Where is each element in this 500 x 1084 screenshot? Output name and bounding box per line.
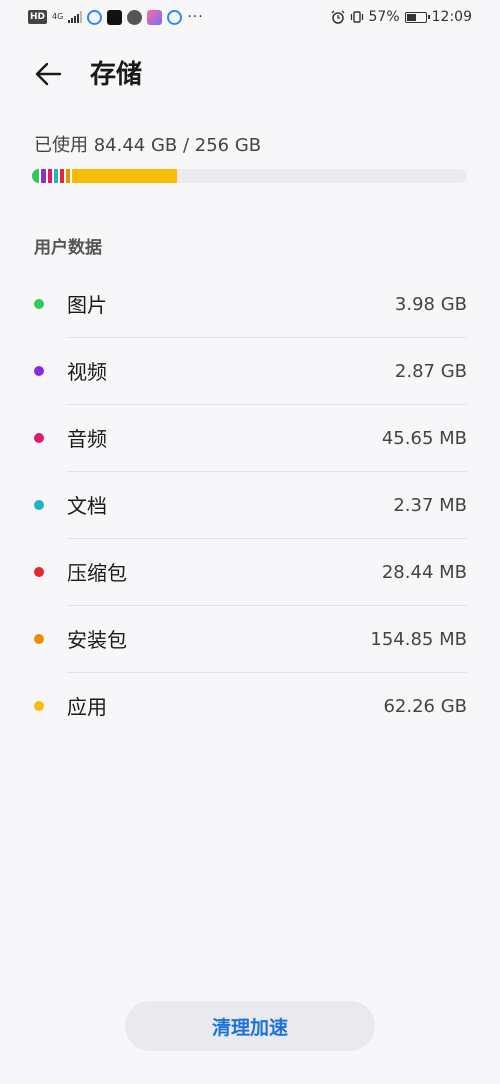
browser-app-icon-2 <box>167 9 183 25</box>
storage-used-text: 已使用 84.44 GB / 256 GB <box>34 135 262 156</box>
page-title: 存储 <box>90 60 143 90</box>
signal-icon <box>68 11 83 23</box>
category-size: 3.98 GB <box>394 294 467 315</box>
category-size: 28.44 MB <box>381 562 467 583</box>
hd-badge: HD <box>28 10 48 24</box>
category-row[interactable]: 安装包 154.85 MB <box>0 606 500 673</box>
status-bar: HD 4G ··· 57% 12:09 <box>0 0 500 34</box>
clock: 12:09 <box>431 9 472 25</box>
category-color-dot <box>34 701 44 711</box>
category-row[interactable]: 图片 3.98 GB <box>0 271 500 338</box>
camera-app-icon <box>147 9 163 25</box>
tiktok-app-icon <box>107 9 123 25</box>
category-row[interactable]: 音频 45.65 MB <box>0 405 500 472</box>
category-color-dot <box>34 567 44 577</box>
category-name: 视频 <box>67 360 107 384</box>
back-button[interactable] <box>30 58 66 90</box>
category-size: 154.85 MB <box>370 629 467 650</box>
category-row[interactable]: 应用 62.26 GB <box>0 673 500 740</box>
category-name: 压缩包 <box>67 561 127 585</box>
vibrate-icon <box>350 11 363 23</box>
category-color-dot <box>34 366 44 376</box>
category-color-dot <box>34 500 44 510</box>
alarm-icon <box>331 10 344 24</box>
more-notifications-icon: ··· <box>187 9 204 25</box>
clean-accelerate-button[interactable]: 清理加速 <box>125 1001 375 1051</box>
app-header: 存储 <box>0 50 500 100</box>
category-name: 安装包 <box>67 628 127 652</box>
category-name: 图片 <box>67 293 107 317</box>
category-color-dot <box>34 299 44 309</box>
category-color-dot <box>34 433 44 443</box>
category-color-dot <box>34 634 44 644</box>
status-right: 57% 12:09 <box>331 9 472 25</box>
category-size: 2.87 GB <box>394 361 467 382</box>
shield-app-icon <box>127 9 143 25</box>
category-size: 62.26 GB <box>383 696 467 717</box>
section-title: 用户数据 <box>34 238 102 258</box>
category-size: 2.37 MB <box>393 495 467 516</box>
category-name: 应用 <box>67 695 107 719</box>
usage-segment <box>71 169 178 183</box>
category-size: 45.65 MB <box>381 428 467 449</box>
category-row[interactable]: 视频 2.87 GB <box>0 338 500 405</box>
category-row[interactable]: 压缩包 28.44 MB <box>0 539 500 606</box>
category-name: 音频 <box>67 427 107 451</box>
battery-percent: 57% <box>368 9 400 25</box>
battery-icon <box>404 11 430 23</box>
category-row[interactable]: 文档 2.37 MB <box>0 472 500 539</box>
category-name: 文档 <box>67 494 107 518</box>
arrow-left-icon <box>35 62 62 86</box>
category-list: 图片 3.98 GB 视频 2.87 GB 音频 45.65 MB 文档 2.37 MB 压缩包… <box>0 271 500 740</box>
network-type: 4G <box>52 12 64 21</box>
usage-segment <box>32 169 39 183</box>
storage-usage-bar <box>32 169 467 183</box>
browser-app-icon <box>87 9 103 25</box>
status-left: HD 4G ··· <box>28 9 204 25</box>
